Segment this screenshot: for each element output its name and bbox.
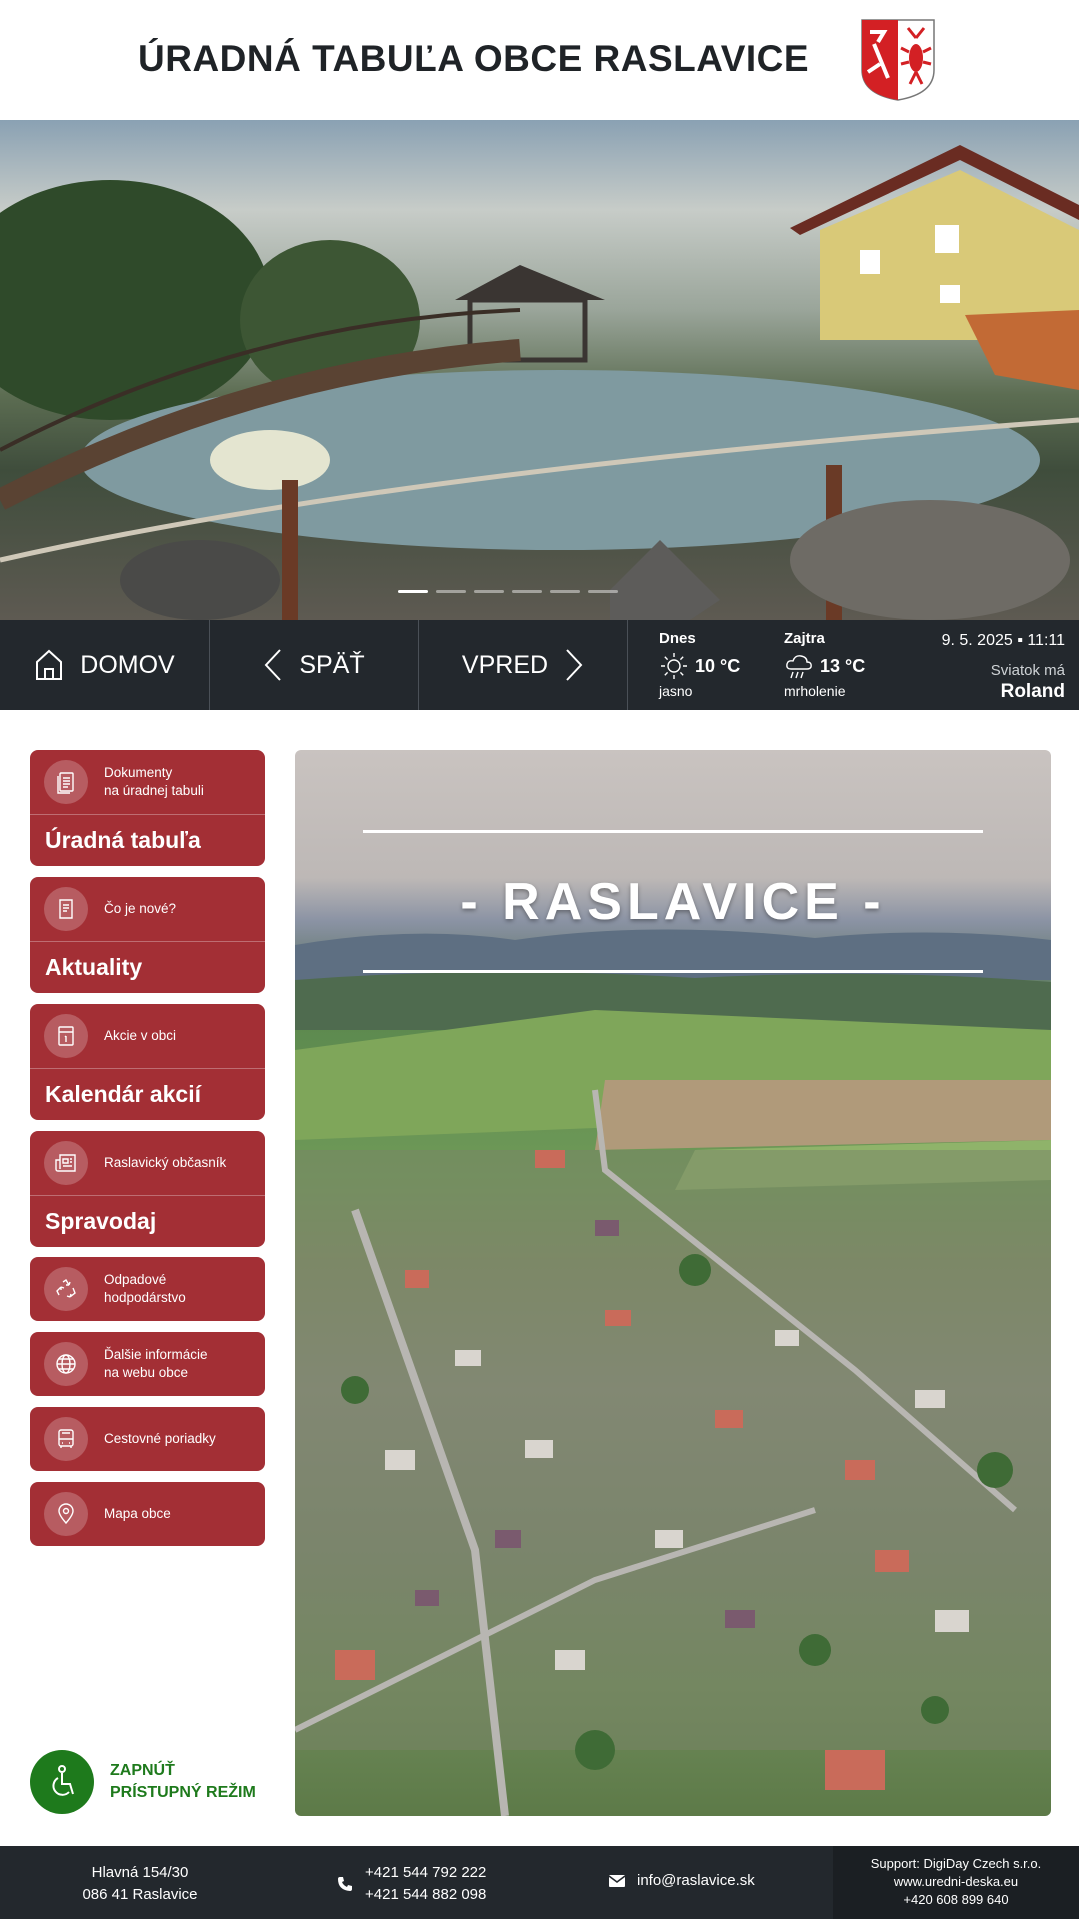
phone-icon [338, 1877, 352, 1891]
page-title: ÚRADNÁ TABUĽA OBCE RASLAVICE [138, 38, 810, 79]
date-holiday-box: 9. 5. 2025 ▪ 11:11 Sviatok má Roland [942, 632, 1065, 703]
menu-item-subtitle: Čo je nové? [104, 901, 177, 916]
weather-today: Dnes 10 °C jasno [659, 630, 740, 699]
slide-dot[interactable] [398, 590, 428, 593]
footer-phones: +421 544 792 222 +421 544 882 098 [337, 1862, 486, 1906]
menu-item-label: Mapa obce [104, 1506, 171, 1521]
slide-dot[interactable] [436, 590, 466, 593]
menu-item-subtitle: Akcie v obci [104, 1028, 177, 1043]
phone-2[interactable]: +421 544 882 098 [365, 1884, 486, 1906]
hero-slideshow[interactable] [0, 120, 1079, 620]
home-button[interactable]: DOMOV [0, 620, 210, 710]
footer-address: Hlavná 154/30 086 41 Raslavice [60, 1862, 220, 1906]
weather-tomorrow: Zajtra 13 °C mrholenie [784, 630, 865, 699]
hero-photo [0, 145, 1079, 620]
home-label: DOMOV [80, 650, 175, 679]
menu-spravodaj[interactable]: Raslavický občasník Spravodaj [30, 1131, 265, 1247]
support-line3: +420 608 899 640 [903, 1892, 1009, 1907]
slide-dot[interactable] [550, 590, 580, 593]
weather-today-day: Dnes [659, 630, 696, 647]
slide-indicator [398, 590, 618, 593]
holiday-label: Sviatok má [990, 662, 1065, 679]
home-icon [36, 649, 63, 680]
footer-support: Support: DigiDay Czech s.r.o. www.uredni… [833, 1846, 1079, 1919]
address-line1: Hlavná 154/30 [91, 1864, 189, 1881]
menu-dalsie-informacie[interactable]: Ďalšie informácie na webu obce [30, 1332, 265, 1396]
envelope-icon [609, 1874, 625, 1887]
weather-today-desc: jasno [659, 683, 693, 699]
weather-tomorrow-day: Zajtra [784, 630, 825, 647]
bus-icon [44, 1417, 88, 1461]
menu-item-label: Cestovné poriadky [104, 1431, 216, 1446]
recycle-icon [44, 1267, 88, 1311]
rain-cloud-icon [786, 655, 812, 679]
coat-of-arms-icon [861, 19, 935, 101]
menu-item-title: Spravodaj [30, 1195, 265, 1247]
address-line2: 086 41 Raslavice [82, 1886, 198, 1903]
slide-dot[interactable] [512, 590, 542, 593]
navigation-bar: DOMOV SPÄŤ VPRED Dnes 10 °C jasno Zajtra [0, 620, 1079, 710]
footer-email[interactable]: info@raslavice.sk [609, 1872, 755, 1889]
holiday-name: Roland [1000, 681, 1065, 702]
footer: Hlavná 154/30 086 41 Raslavice +421 544 … [0, 1846, 1079, 1919]
map-pin-icon [44, 1492, 88, 1536]
globe-icon [44, 1342, 88, 1386]
menu-odpadove-hospodarstvo[interactable]: Odpadové hodpodárstvo [30, 1257, 265, 1321]
title-bottom-line [363, 970, 983, 973]
slide-dot[interactable] [474, 590, 504, 593]
menu-item-subtitle: Raslavický občasník [104, 1155, 227, 1170]
phone-1[interactable]: +421 544 792 222 [365, 1862, 486, 1884]
weather-today-temp: 10 °C [695, 655, 741, 676]
weather-tomorrow-temp: 13 °C [820, 655, 866, 676]
village-aerial-photo: - RASLAVICE - [295, 750, 1051, 1816]
title-top-line [363, 830, 983, 833]
document-icon [44, 760, 88, 804]
current-date-time: 9. 5. 2025 ▪ 11:11 [941, 632, 1065, 649]
support-line1: Support: DigiDay Czech s.r.o. [870, 1856, 1042, 1871]
menu-cestovne-poriadky[interactable]: Cestovné poriadky [30, 1407, 265, 1471]
menu-item-title: Kalendár akcií [30, 1068, 265, 1120]
forward-label: VPRED [461, 650, 549, 679]
menu-item-label: Ďalšie informácie na webu obce [104, 1347, 208, 1380]
menu-item-subtitle: Dokumenty na úradnej tabuli [104, 765, 204, 798]
email-address: info@raslavice.sk [637, 1872, 755, 1889]
slide-dot[interactable] [588, 590, 618, 593]
menu-kalendar-akcii[interactable]: Akcie v obci Kalendár akcií [30, 1004, 265, 1120]
main-banner-title: - RASLAVICE - [460, 873, 886, 931]
back-label: SPÄŤ [299, 650, 365, 679]
accessibility-line2: PRÍSTUPNÝ REŽIM [110, 1784, 256, 1801]
menu-item-title: Úradná tabuľa [30, 814, 265, 866]
chevron-right-icon [566, 649, 583, 681]
calendar-icon [44, 1014, 88, 1058]
menu-mapa-obce[interactable]: Mapa obce [30, 1482, 265, 1546]
weather-tomorrow-desc: mrholenie [784, 683, 846, 699]
news-icon [44, 887, 88, 931]
header: ÚRADNÁ TABUĽA OBCE RASLAVICE [0, 0, 1079, 120]
menu-uradna-tabula[interactable]: Dokumenty na úradnej tabuli Úradná tabuľ… [30, 750, 265, 866]
accessibility-toggle[interactable]: ZAPNÚŤ PRÍSTUPNÝ REŽIM [30, 1750, 256, 1814]
forward-button[interactable]: VPRED [419, 620, 628, 710]
chevron-left-icon [264, 649, 282, 681]
accessibility-line1: ZAPNÚŤ [110, 1762, 175, 1779]
menu-item-label: Odpadové hodpodárstvo [104, 1272, 186, 1305]
accessibility-icon [30, 1750, 94, 1814]
sun-icon [661, 653, 687, 679]
menu-item-title: Aktuality [30, 941, 265, 993]
menu-aktuality[interactable]: Čo je nové? Aktuality [30, 877, 265, 993]
back-button[interactable]: SPÄŤ [210, 620, 419, 710]
newspaper-icon [44, 1141, 88, 1185]
support-line2[interactable]: www.uredni-deska.eu [833, 1873, 1079, 1891]
